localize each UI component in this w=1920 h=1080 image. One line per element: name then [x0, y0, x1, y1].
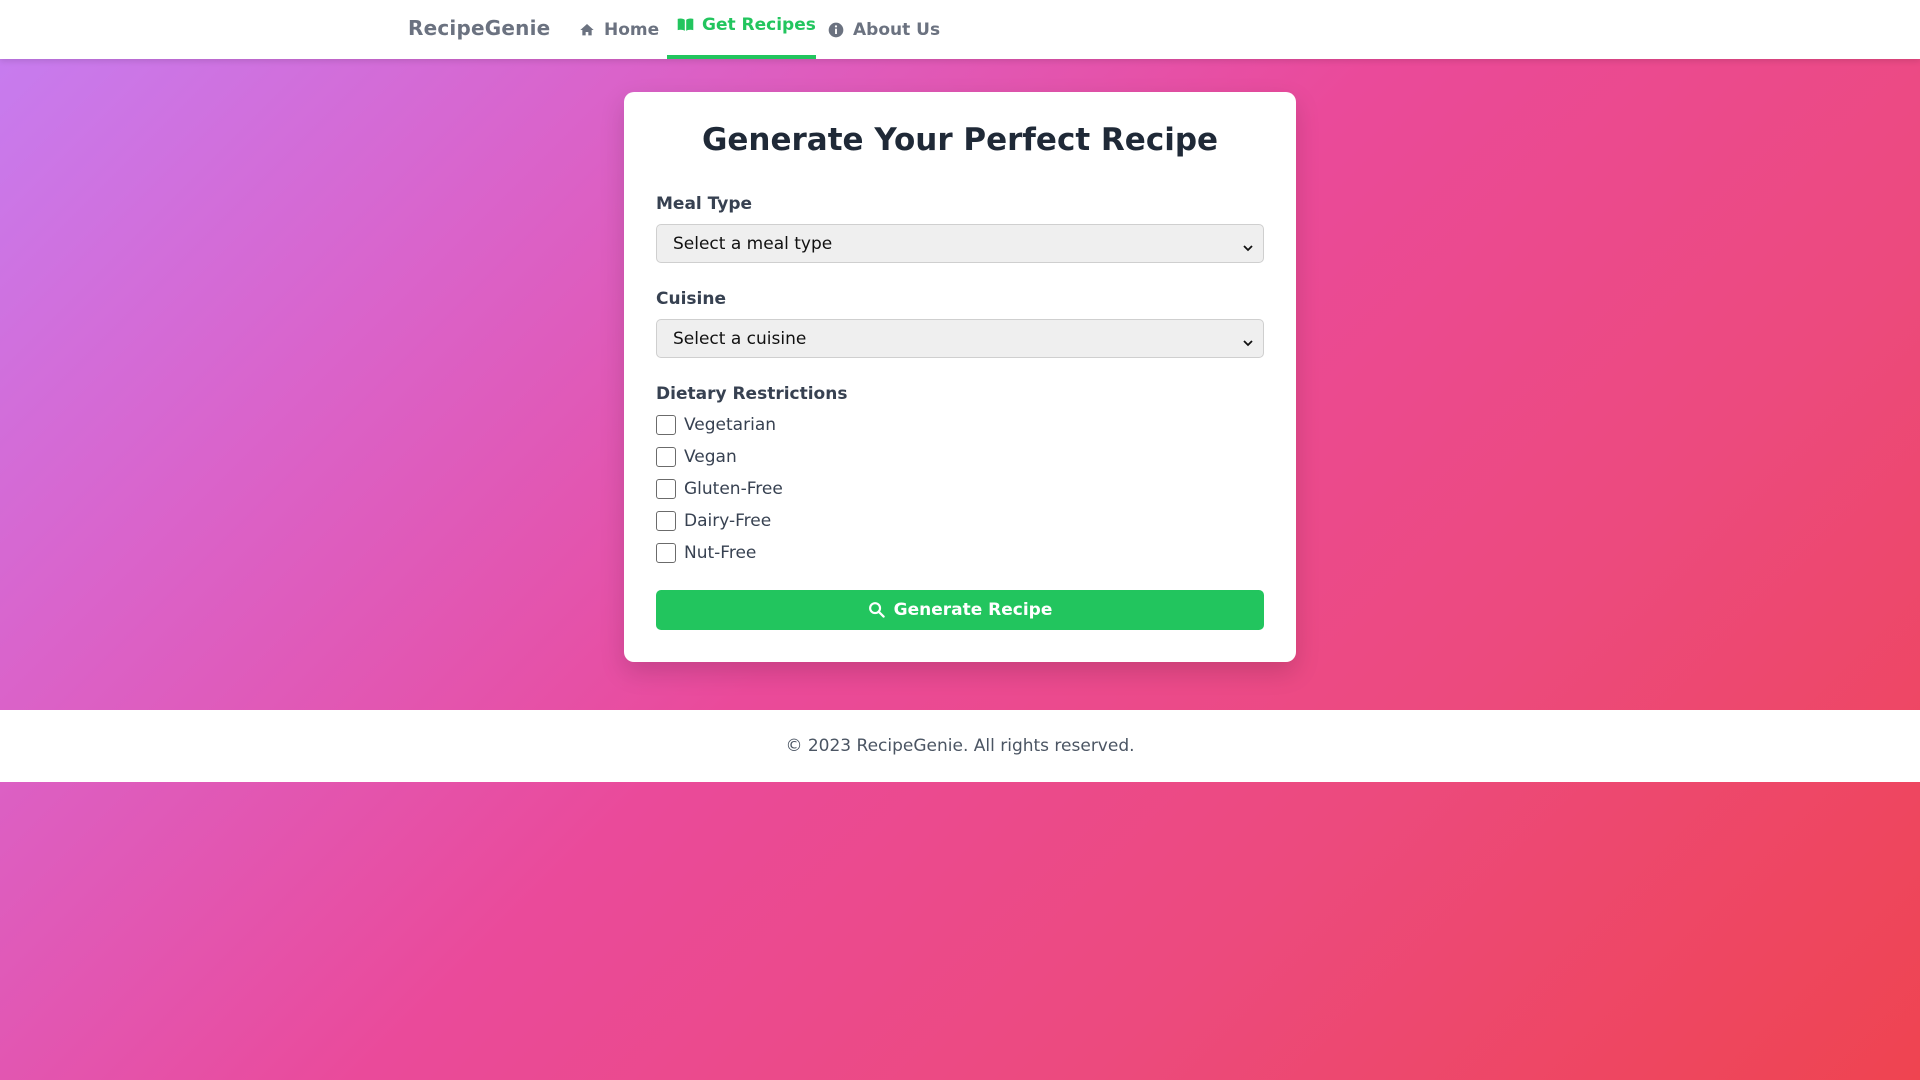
generate-recipe-button[interactable]: Generate Recipe — [656, 590, 1264, 630]
gluten-free-label[interactable]: Gluten-Free — [684, 479, 783, 499]
vegan-checkbox[interactable] — [656, 447, 676, 467]
meal-type-select[interactable]: Select a meal type — [656, 224, 1264, 263]
copyright-text: © 2023 RecipeGenie. All rights reserved. — [785, 736, 1135, 756]
search-icon — [868, 601, 886, 619]
book-open-icon — [676, 16, 694, 34]
page-title: Generate Your Perfect Recipe — [701, 122, 1219, 158]
top-navbar: RecipeGenie Home Get Recipes About Us — [0, 0, 1920, 59]
generate-recipe-button-label: Generate Recipe — [893, 600, 1053, 620]
nav-item-about-us[interactable]: About Us — [827, 0, 940, 59]
dietary-option-dairy-free: Dairy-Free — [656, 510, 771, 532]
nav-item-get-recipes-label: Get Recipes — [702, 14, 816, 35]
meal-type-label: Meal Type — [656, 194, 753, 214]
nav-item-about-us-label: About Us — [853, 19, 941, 40]
nut-free-label[interactable]: Nut-Free — [684, 543, 756, 563]
dietary-option-gluten-free: Gluten-Free — [656, 478, 783, 500]
dietary-option-nut-free: Nut-Free — [656, 542, 756, 564]
page-footer: © 2023 RecipeGenie. All rights reserved. — [0, 710, 1920, 782]
meal-type-selected-value: Select a meal type — [673, 233, 833, 254]
home-icon — [578, 21, 596, 39]
gluten-free-checkbox[interactable] — [656, 479, 676, 499]
nut-free-checkbox[interactable] — [656, 543, 676, 563]
vegan-label[interactable]: Vegan — [684, 447, 737, 467]
chevron-down-icon — [1243, 238, 1253, 252]
vegetarian-checkbox[interactable] — [656, 415, 676, 435]
brand-logo[interactable]: RecipeGenie — [408, 16, 550, 40]
recipe-form-card: Generate Your Perfect Recipe Meal Type S… — [624, 92, 1296, 662]
dairy-free-checkbox[interactable] — [656, 511, 676, 531]
dietary-option-vegan: Vegan — [656, 446, 737, 468]
info-circle-icon — [827, 21, 845, 39]
chevron-down-icon — [1243, 333, 1253, 347]
nav-item-home[interactable]: Home — [578, 0, 659, 59]
cuisine-select[interactable]: Select a cuisine — [656, 319, 1264, 358]
vegetarian-label[interactable]: Vegetarian — [684, 415, 776, 435]
dietary-restrictions-label: Dietary Restrictions — [656, 384, 848, 404]
nav-item-home-label: Home — [604, 19, 660, 40]
cuisine-selected-value: Select a cuisine — [673, 328, 807, 349]
dairy-free-label[interactable]: Dairy-Free — [684, 511, 771, 531]
nav-item-get-recipes[interactable]: Get Recipes — [667, 0, 816, 59]
cuisine-label: Cuisine — [656, 289, 726, 309]
dietary-option-vegetarian: Vegetarian — [656, 414, 776, 436]
